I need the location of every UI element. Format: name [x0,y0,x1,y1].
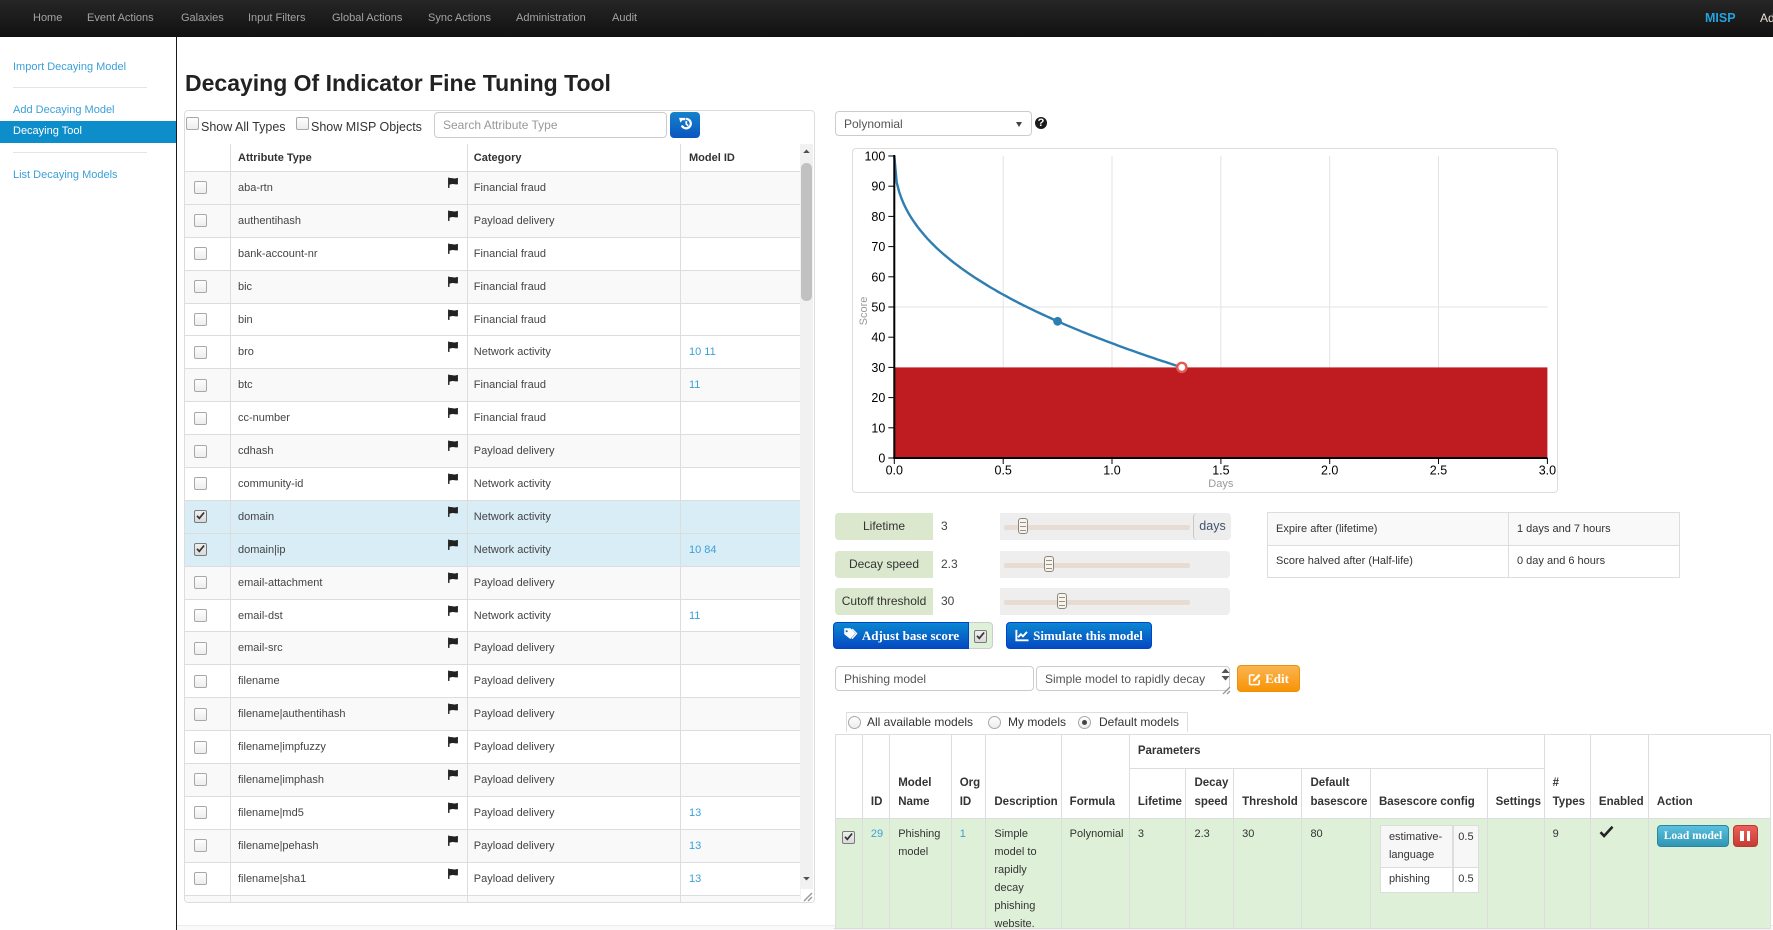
svg-text:3.0: 3.0 [1539,464,1556,478]
svg-text:60: 60 [871,270,885,284]
svg-text:10: 10 [871,421,885,435]
svg-text:50: 50 [871,301,885,315]
svg-text:80: 80 [871,210,885,224]
svg-text:Score: Score [858,297,870,326]
svg-text:1.5: 1.5 [1212,464,1229,478]
svg-text:0.5: 0.5 [995,464,1012,478]
svg-text:20: 20 [871,391,885,405]
svg-text:30: 30 [871,361,885,375]
svg-text:2.0: 2.0 [1321,464,1338,478]
svg-text:0: 0 [878,452,885,466]
svg-text:1.0: 1.0 [1103,464,1120,478]
svg-text:40: 40 [871,331,885,345]
svg-text:Days: Days [1208,478,1234,490]
svg-text:70: 70 [871,240,885,254]
svg-text:2.5: 2.5 [1430,464,1447,478]
svg-text:0.0: 0.0 [886,464,903,478]
svg-text:90: 90 [871,180,885,194]
svg-text:100: 100 [864,150,885,164]
